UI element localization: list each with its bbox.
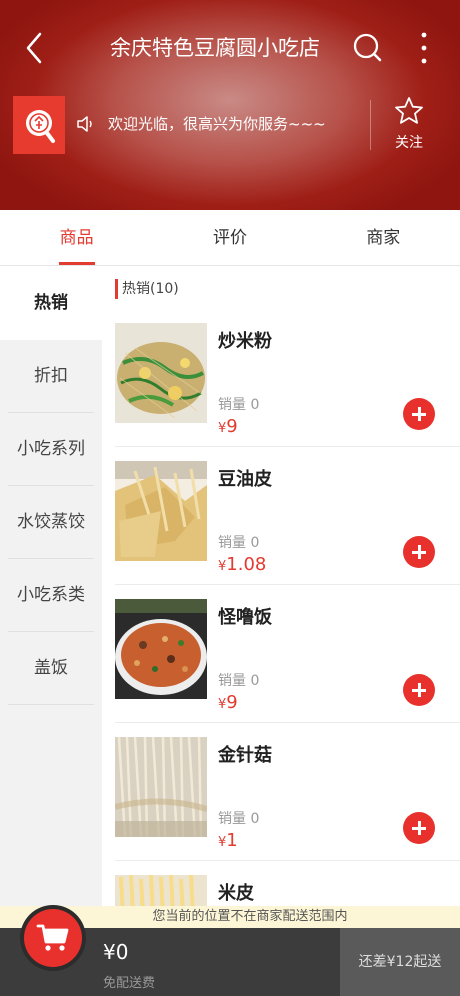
product-item[interactable]: 金针菇 销量 0 ¥1: [102, 723, 460, 861]
product-sales: 销量 0: [218, 811, 260, 827]
search-button[interactable]: [350, 28, 386, 68]
sidebar-item-snack-types[interactable]: 小吃系类: [0, 559, 102, 632]
product-name: 豆油皮: [218, 469, 272, 490]
follow-button[interactable]: 关注: [384, 96, 434, 156]
product-price: ¥1: [218, 830, 238, 851]
price-value: 9: [226, 416, 238, 437]
product-image: [115, 737, 207, 837]
product-sales: 销量 0: [218, 397, 260, 413]
sidebar-item-dumplings[interactable]: 水饺蒸饺: [0, 486, 102, 559]
product-sales: 销量 0: [218, 673, 260, 689]
store-notice: 欢迎光临，很高兴为你服务~~~: [108, 115, 326, 133]
product-name: 怪噜饭: [218, 607, 272, 628]
back-button[interactable]: [18, 28, 54, 68]
product-list: 热销(10) 炒米粉 销量 0 ¥9 豆油皮 销量 0 ¥1.08 怪噜饭 销量…: [102, 267, 460, 907]
follow-label: 关注: [395, 135, 423, 151]
store-header: 余庆特色豆腐圆小吃店 欢迎光临，很高兴为你服务~~~ 关注: [0, 0, 460, 210]
store-title: 余庆特色豆腐圆小吃店: [110, 36, 320, 60]
price-value: 1: [226, 830, 238, 851]
product-name: 米皮: [218, 883, 254, 904]
speaker-icon: [74, 113, 96, 135]
sidebar-item-snacks[interactable]: 小吃系列: [0, 413, 102, 486]
product-item[interactable]: 怪噜饭 销量 0 ¥9: [102, 585, 460, 723]
product-image: [115, 461, 207, 561]
back-arrow-icon: [26, 32, 42, 64]
product-image: [115, 875, 207, 907]
tab-reviews[interactable]: 评价: [153, 210, 306, 265]
product-price: ¥9: [218, 416, 238, 437]
sidebar-item-rice-bowls[interactable]: 盖饭: [0, 632, 102, 705]
product-price: ¥1.08: [218, 554, 266, 575]
add-to-cart-button[interactable]: [403, 674, 435, 706]
store-logo-icon: [26, 110, 55, 143]
header-divider: [370, 100, 371, 150]
add-to-cart-button[interactable]: [403, 812, 435, 844]
shopping-cart-icon: [36, 924, 69, 951]
tab-products[interactable]: 商品: [0, 210, 153, 265]
delivery-fee: 免配送费: [103, 976, 156, 991]
add-to-cart-button[interactable]: [403, 536, 435, 568]
product-image: [115, 323, 207, 423]
product-name: 炒米粉: [218, 331, 272, 352]
product-name: 金针菇: [218, 745, 272, 766]
product-item[interactable]: 豆油皮 销量 0 ¥1.08: [102, 447, 460, 585]
price-value: 9: [226, 692, 238, 713]
search-icon: [353, 33, 382, 62]
more-vertical-icon: [421, 32, 427, 64]
category-sidebar: 热销 折扣 小吃系列 水饺蒸饺 小吃系类 盖饭: [0, 267, 102, 907]
cart-circle: [24, 909, 82, 967]
product-item[interactable]: 炒米粉 销量 0 ¥9: [102, 309, 460, 447]
product-price: ¥9: [218, 692, 238, 713]
product-sales: 销量 0: [218, 535, 260, 551]
add-to-cart-button[interactable]: [403, 398, 435, 430]
cart-button[interactable]: [20, 905, 86, 971]
tab-bar: 商品 评价 商家: [0, 210, 460, 266]
section-title: 热销(10): [115, 279, 179, 299]
store-logo: [13, 96, 65, 154]
checkout-button[interactable]: 还差¥12起送: [340, 928, 460, 996]
price-value: 1.08: [226, 554, 267, 575]
sidebar-item-hot[interactable]: 热销: [0, 267, 102, 340]
tab-merchant[interactable]: 商家: [307, 210, 460, 265]
star-icon: [395, 97, 423, 124]
sidebar-item-discount[interactable]: 折扣: [0, 340, 102, 413]
product-image: [115, 599, 207, 699]
more-options-button[interactable]: [410, 28, 438, 68]
cart-total: ¥0: [103, 940, 129, 964]
product-item[interactable]: 米皮: [102, 861, 460, 907]
